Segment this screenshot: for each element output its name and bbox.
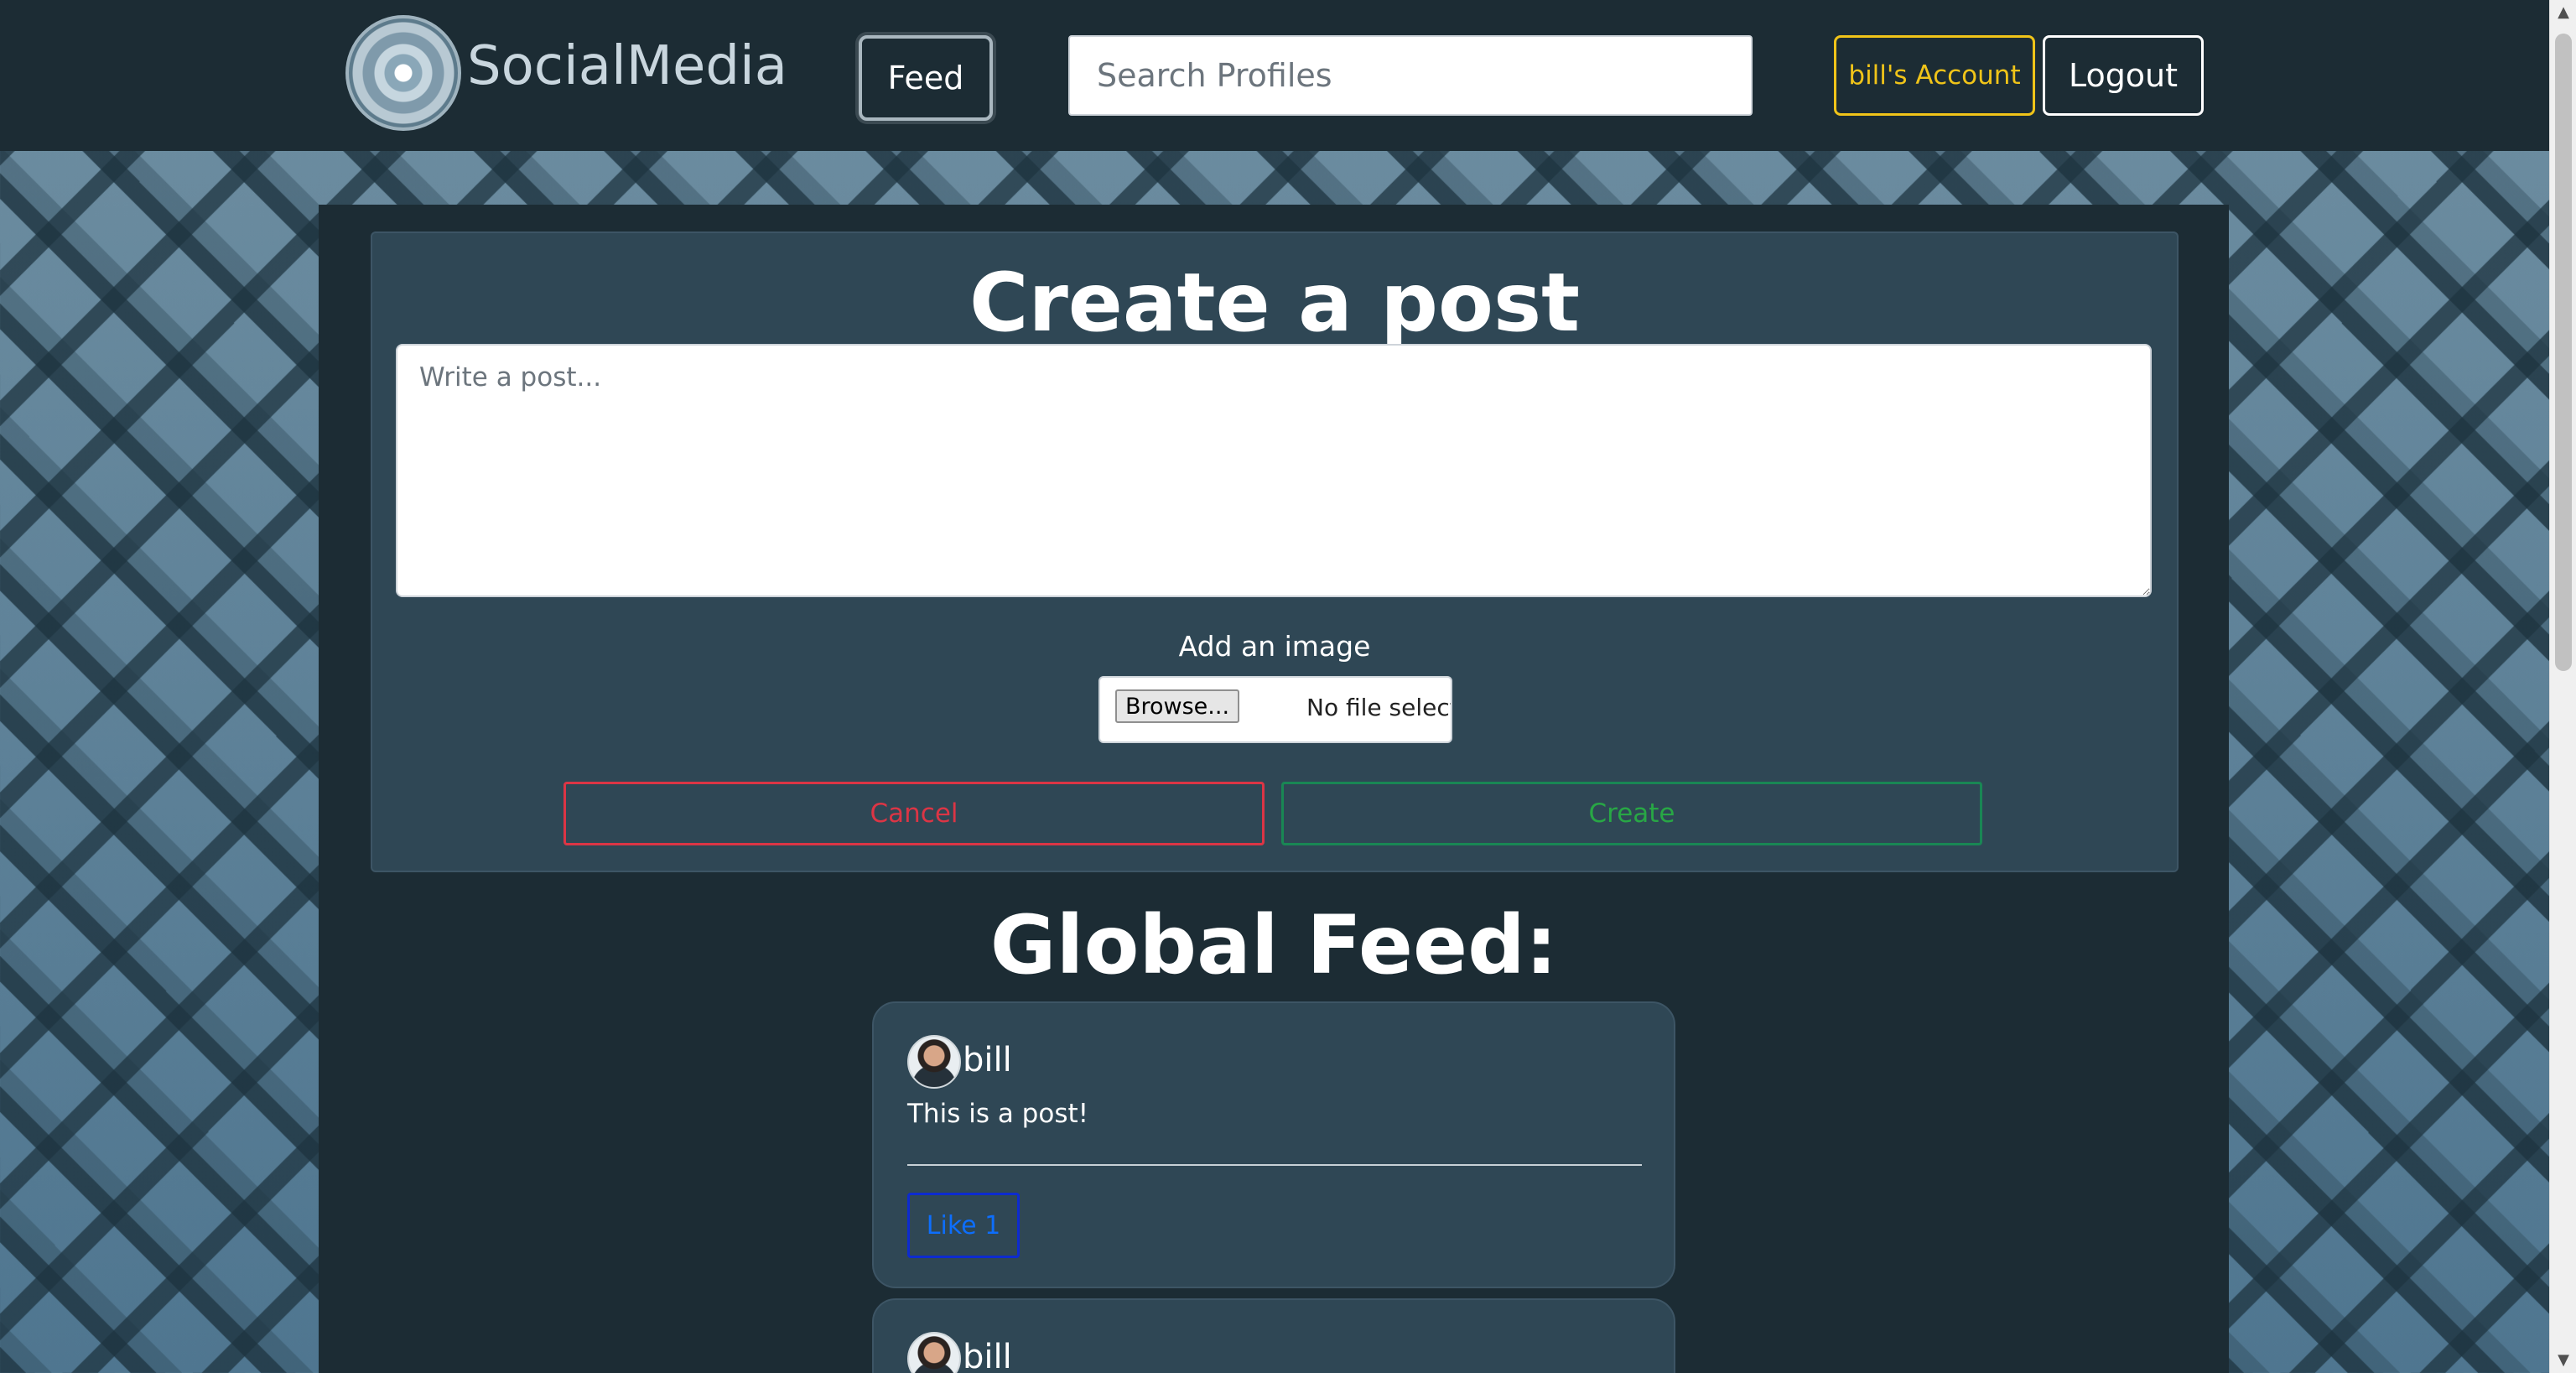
brand-name[interactable]: SocialMedia: [467, 29, 787, 104]
logout-button[interactable]: Logout: [2043, 35, 2204, 116]
create-post-title: Create a post: [969, 256, 1580, 350]
feed-button[interactable]: Feed: [859, 35, 993, 121]
browse-button[interactable]: Browse...: [1115, 689, 1239, 723]
search-input[interactable]: [1068, 35, 1753, 116]
create-post-card: Create a post Add an image Browse... No …: [371, 231, 2179, 872]
navbar: SocialMedia Feed bill's Account Logout: [0, 0, 2549, 151]
post-textarea[interactable]: [396, 344, 2152, 597]
post-author[interactable]: bill: [963, 1037, 1012, 1084]
scroll-down-arrow-icon[interactable]: ▼: [2550, 1348, 2576, 1373]
main-container: Create a post Add an image Browse... No …: [319, 205, 2229, 1373]
cancel-button[interactable]: Cancel: [564, 782, 1265, 845]
post-divider: [907, 1164, 1642, 1166]
page-scrollbar[interactable]: ▲ ▼: [2549, 0, 2576, 1373]
file-status-text: No file selected.: [1306, 694, 1451, 721]
file-input[interactable]: Browse... No file selected.: [1098, 676, 1452, 743]
account-button[interactable]: bill's Account: [1834, 35, 2035, 116]
like-button[interactable]: Like 1: [907, 1193, 1020, 1258]
global-feed-title: Global Feed:: [989, 898, 1558, 992]
add-image-label: Add an image: [1178, 630, 1371, 663]
post-text: This is a post!: [907, 1099, 1089, 1129]
logo-icon[interactable]: [345, 15, 461, 131]
post-card: bill This is a post! Like 1: [872, 1001, 1675, 1288]
post-card: bill: [872, 1298, 1675, 1373]
scroll-up-arrow-icon[interactable]: ▲: [2550, 0, 2576, 25]
avatar[interactable]: [907, 1035, 961, 1089]
post-author[interactable]: bill: [963, 1334, 1012, 1373]
scroll-thumb[interactable]: [2555, 34, 2572, 671]
create-button[interactable]: Create: [1281, 782, 1982, 845]
avatar[interactable]: [907, 1332, 961, 1373]
